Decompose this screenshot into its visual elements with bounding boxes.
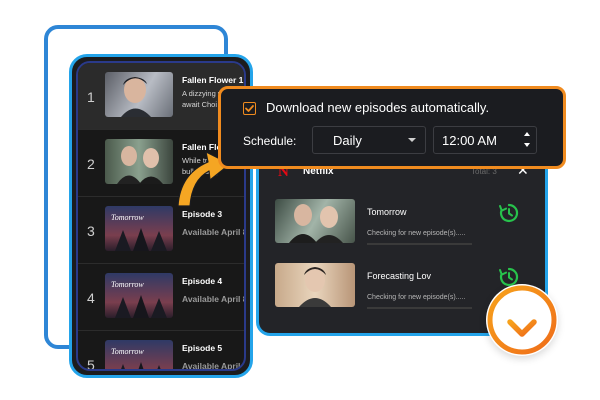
episode-thumbnail: Tomorrow [105, 273, 173, 318]
episode-number: 4 [87, 290, 95, 306]
auto-download-settings-popup: Download new episodes automatically. Sch… [218, 86, 566, 169]
download-item: Tomorrow Checking for new episode(s)....… [259, 199, 545, 259]
schedule-select[interactable]: Daily [312, 126, 426, 154]
episode-number: 5 [87, 357, 95, 371]
download-thumbnail [275, 199, 355, 243]
episode-thumbnail [105, 139, 173, 184]
schedule-label: Schedule: [243, 134, 297, 148]
svg-text:Tomorrow: Tomorrow [111, 213, 144, 222]
spin-down-icon[interactable] [524, 143, 530, 147]
spin-up-icon[interactable] [524, 132, 530, 136]
episode-title: Fallen Flower 1 [182, 75, 244, 85]
download-title: Tomorrow [367, 207, 407, 217]
download-status: Checking for new episode(s)..... [367, 230, 466, 237]
progress-bar [367, 243, 472, 245]
episode-title: Episode 3 [182, 209, 223, 219]
download-status: Checking for new episode(s)..... [367, 294, 466, 301]
svg-text:Tomorrow: Tomorrow [111, 347, 144, 356]
episode-thumbnail: Tomorrow [105, 340, 173, 369]
episode-item-4[interactable]: 4 Tomorrow Episode 4 Available April 8 [78, 264, 244, 330]
episode-number: 2 [87, 156, 95, 172]
download-arrow-icon [487, 285, 557, 355]
chevron-down-icon [408, 138, 416, 142]
download-thumbnail [275, 263, 355, 307]
episode-title: Episode 4 [182, 276, 223, 286]
svg-text:Tomorrow: Tomorrow [111, 280, 144, 289]
episode-description: await Choi . [182, 100, 222, 109]
episode-item-5[interactable]: 5 Tomorrow Episode 5 Available April 8 [78, 331, 246, 371]
episode-availability: Available April 8 [182, 361, 246, 371]
episode-availability: Available April 8 [182, 227, 246, 237]
episode-number: 3 [87, 223, 95, 239]
episode-thumbnail [105, 72, 173, 117]
episode-thumbnail: Tomorrow [105, 206, 173, 251]
schedule-value: Daily [333, 133, 362, 148]
auto-download-checkbox[interactable] [243, 102, 256, 115]
auto-download-label: Download new episodes automatically. [266, 100, 490, 115]
progress-bar [367, 307, 472, 309]
download-title: Forecasting Lov [367, 271, 432, 281]
download-button[interactable] [486, 284, 558, 356]
time-input[interactable]: 12:00 AM [433, 126, 537, 154]
episode-availability: Available April 8 [182, 294, 246, 304]
time-value: 12:00 AM [442, 133, 497, 148]
history-icon[interactable] [499, 203, 519, 223]
check-icon [245, 105, 254, 112]
episode-number: 1 [87, 89, 95, 105]
episode-title: Episode 5 [182, 343, 223, 353]
